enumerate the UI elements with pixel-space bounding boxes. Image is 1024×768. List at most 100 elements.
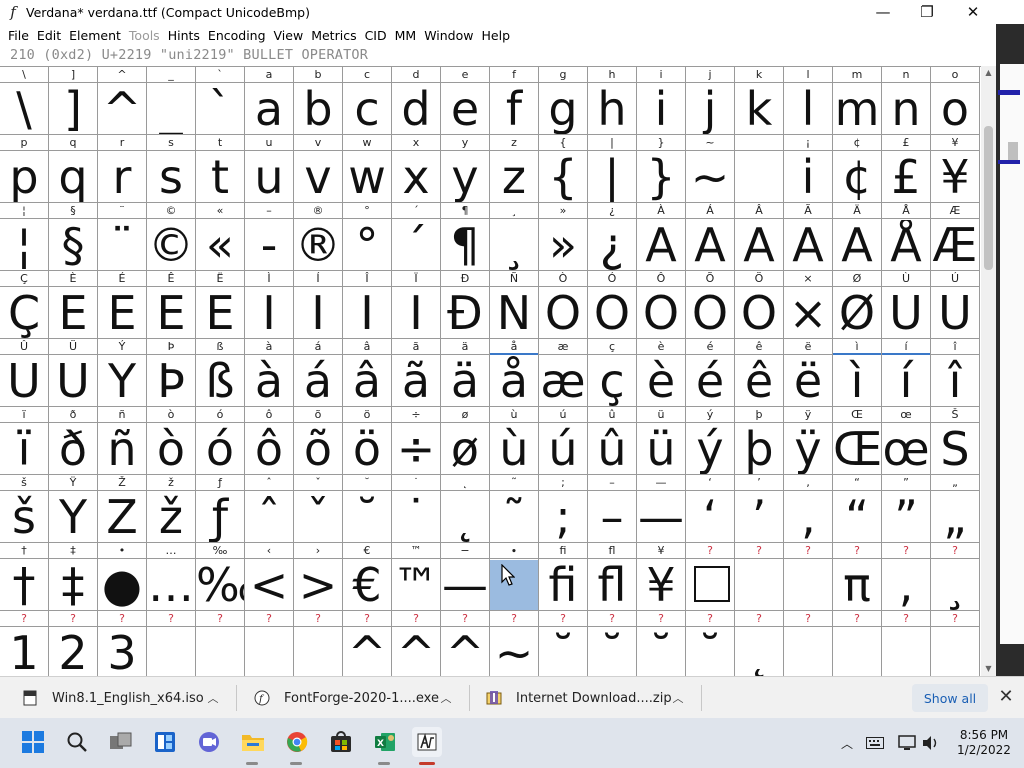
glyph-cell[interactable]: ? [196, 611, 245, 676]
maximize-button[interactable]: ❐ [904, 0, 950, 24]
glyph-cell[interactable]: pp [0, 135, 49, 203]
glyph-cell[interactable]: »» [539, 203, 588, 271]
glyph-cell[interactable]: ÚU [931, 271, 980, 339]
glyph-cell[interactable]: «« [196, 203, 245, 271]
glyph-cell[interactable]: uu [245, 135, 294, 203]
glyph-cell[interactable]: ññ [98, 407, 147, 475]
glyph-cell[interactable]: ¶ ¶ [441, 203, 490, 271]
glyph-cell[interactable]: mm [833, 67, 882, 135]
scroll-down-arrow-icon[interactable]: ▼ [981, 662, 996, 676]
teams-chat-icon[interactable] [194, 727, 224, 757]
glyph-cell[interactable]: ? π [833, 543, 882, 611]
glyph-cell[interactable]: nn [882, 67, 931, 135]
chevron-up-icon[interactable]: ︿ [439, 690, 453, 705]
glyph-cell[interactable]: ää [441, 339, 490, 407]
start-icon[interactable] [18, 727, 48, 757]
download-item-iso[interactable]: Win8.1_English_x64.iso [22, 677, 204, 719]
title-bar[interactable]: f Verdana* verdana.ttf (Compact UnicodeB… [0, 0, 1024, 24]
glyph-cell[interactable]: ¦ ¦ [0, 203, 49, 271]
chevron-up-icon[interactable]: ︿ [206, 690, 220, 705]
glyph-cell[interactable]: ? 1 [0, 611, 49, 676]
glyph-cell[interactable]: ÍI [294, 271, 343, 339]
glyph-cell[interactable]: ? ˘ [686, 611, 735, 676]
glyph-cell[interactable]: gg [539, 67, 588, 135]
glyph-cell[interactable]: yy [441, 135, 490, 203]
glyph-cell[interactable]: ~ ~ [686, 135, 735, 203]
glyph-cell[interactable]: ãã [392, 339, 441, 407]
glyph-cell[interactable]: ? [294, 611, 343, 676]
glyph-cell[interactable]: øø [441, 407, 490, 475]
glyph-cell[interactable]: ÇÇ [0, 271, 49, 339]
glyph-cell[interactable]: ° ° [343, 203, 392, 271]
glyph-cell[interactable]: ÜU [49, 339, 98, 407]
glyph-cell[interactable]: „ „ [931, 475, 980, 543]
glyph-cell[interactable]: ÿÿ [784, 407, 833, 475]
glyph-cell[interactable]: ? 3 [98, 611, 147, 676]
glyph-cell[interactable]: õõ [294, 407, 343, 475]
glyph-cell[interactable]: ÙU [882, 271, 931, 339]
glyph-cell[interactable]: åå [490, 339, 539, 407]
glyph-cell[interactable]: öö [343, 407, 392, 475]
widgets-icon[interactable] [150, 727, 180, 757]
menu-cid[interactable]: CID [361, 28, 391, 43]
glyph-cell[interactable]: ? [931, 611, 980, 676]
glyph-cell[interactable]: ? [784, 611, 833, 676]
file-explorer-icon[interactable] [238, 727, 268, 757]
glyph-cell[interactable]: ÐĐ [441, 271, 490, 339]
glyph-cell[interactable]: ÎI [343, 271, 392, 339]
glyph-cell[interactable]: èè [637, 339, 686, 407]
glyph-cell[interactable]: ?, [882, 543, 931, 611]
glyph-cell[interactable]: úú [539, 407, 588, 475]
glyph-cell[interactable]: ? ^ [343, 611, 392, 676]
glyph-grid[interactable]: \ \]] ^ ^ _ _ ` ` a a b b c c d d e e f f g g h h i i j j k k l l m m n n o o… [0, 66, 981, 676]
glyph-cell[interactable]: ÛU [0, 339, 49, 407]
glyph-cell[interactable]: • ● [98, 543, 147, 611]
glyph-cell[interactable]: ŸY [49, 475, 98, 543]
glyph-cell[interactable]: ® ® [294, 203, 343, 271]
glyph-cell[interactable]: ˙ ˙ [392, 475, 441, 543]
glyph-cell[interactable]: {{ [539, 135, 588, 203]
glyph-cell[interactable]: ÈE [49, 271, 98, 339]
glyph-cell[interactable]: © © [147, 203, 196, 271]
glyph-cell[interactable]: ÝY [98, 339, 147, 407]
glyph-cell[interactable]: ˇˇ [294, 475, 343, 543]
glyph-cell[interactable]: ôô [245, 407, 294, 475]
glyph-cell[interactable]: ww [343, 135, 392, 203]
glyph-cell[interactable] [735, 135, 784, 203]
glyph-cell[interactable]: ““ [833, 475, 882, 543]
glyph-cell[interactable]: ´ ´ [392, 203, 441, 271]
menu-hints[interactable]: Hints [164, 28, 204, 43]
keyboard-icon[interactable] [866, 734, 884, 752]
scroll-up-arrow-icon[interactable]: ▲ [981, 66, 996, 80]
glyph-cell[interactable]: ¨ ¨ [98, 203, 147, 271]
glyph-cell[interactable]: | | [588, 135, 637, 203]
fontforge-taskbar-icon[interactable] [412, 727, 442, 757]
minimize-button[interactable]: — [860, 0, 906, 24]
glyph-cell[interactable]: ‡ ‡ [49, 543, 98, 611]
glyph-cell[interactable]: oo [931, 67, 980, 135]
close-downloads-bar-icon[interactable]: ✕ [996, 687, 1016, 707]
glyph-cell[interactable]: ÊE [147, 271, 196, 339]
glyph-cell[interactable]: vv [294, 135, 343, 203]
glyph-cell[interactable]: ’’ [735, 475, 784, 543]
glyph-cell[interactable]: ËE [196, 271, 245, 339]
glyph-cell[interactable]: ëë [784, 339, 833, 407]
glyph-cell[interactable]: ÃA [784, 203, 833, 271]
glyph-cell[interactable]: ˛ ˛ [441, 475, 490, 543]
glyph-cell[interactable]: ? ~ [490, 611, 539, 676]
glyph-cell[interactable]: ? [784, 543, 833, 611]
glyph-cell[interactable]: çç [588, 339, 637, 407]
glyph-cell[interactable]: ûû [588, 407, 637, 475]
glyph-cell[interactable]: ìì [833, 339, 882, 407]
menu-element[interactable]: Element [65, 28, 125, 43]
menu-help[interactable]: Help [478, 28, 515, 43]
glyph-cell[interactable]: ØØ [833, 271, 882, 339]
microsoft-store-icon[interactable] [326, 727, 356, 757]
glyph-cell[interactable]: − — [441, 543, 490, 611]
glyph-cell[interactable]: zz [490, 135, 539, 203]
glyph-cell[interactable]: qq [49, 135, 98, 203]
glyph-cell[interactable]: ‘‘ [686, 475, 735, 543]
glyph-cell[interactable]: žž [147, 475, 196, 543]
glyph-cell[interactable]: ﬁﬁ [539, 543, 588, 611]
tray-overflow-chevron-icon[interactable]: ︿ [838, 734, 856, 752]
